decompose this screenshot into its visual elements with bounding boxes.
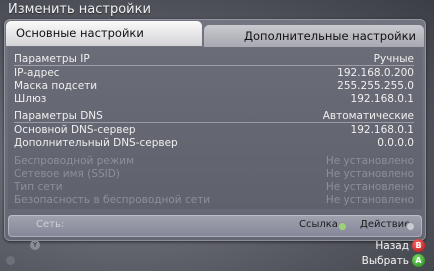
- gateway-row[interactable]: Шлюз 192.168.0.1: [14, 93, 414, 105]
- dns-mode-value: Автоматические: [322, 110, 414, 122]
- wireless-security-label: Безопасность в беспроводной сети: [14, 194, 211, 206]
- action-status-label: Действие: [360, 219, 411, 230]
- ip-address-value: 192.168.0.200: [337, 67, 414, 79]
- ip-mode-label: Параметры IP: [14, 53, 90, 65]
- settings-content: Параметры IP Ручные IP-адрес 192.168.0.2…: [8, 47, 422, 209]
- ip-mode-value: Ручные: [373, 53, 414, 65]
- subnet-mask-label: Маска подсети: [14, 80, 98, 92]
- page-title: Изменить настройки: [8, 2, 151, 17]
- primary-dns-value: 192.168.0.1: [350, 124, 414, 136]
- network-label: Сеть:: [36, 219, 65, 230]
- ssid-row: Сетевое имя (SSID) Не установлено: [14, 168, 414, 180]
- x-button-icon: [6, 256, 15, 265]
- ip-mode-row[interactable]: Параметры IP Ручные: [14, 53, 414, 65]
- link-status-label: Ссылка: [299, 219, 338, 230]
- tab-advanced-settings[interactable]: Дополнительные настройки: [204, 25, 424, 47]
- action-indicator-icon: [406, 222, 415, 231]
- ssid-value: Не установлено: [325, 168, 414, 180]
- gateway-label: Шлюз: [14, 93, 47, 105]
- ip-address-label: IP-адрес: [14, 67, 60, 79]
- tab-bar: Основные настройки Дополнительные настро…: [4, 19, 426, 47]
- subnet-mask-row[interactable]: Маска подсети 255.255.255.0: [14, 80, 414, 92]
- secondary-dns-row[interactable]: Дополнительный DNS-сервер 0.0.0.0: [14, 137, 414, 149]
- y-button-icon: Y: [30, 240, 40, 250]
- subnet-mask-value: 255.255.255.0: [337, 80, 414, 92]
- a-button-icon[interactable]: A: [412, 254, 425, 267]
- back-label[interactable]: Назад: [375, 240, 409, 252]
- ip-address-row[interactable]: IP-адрес 192.168.0.200: [14, 67, 414, 79]
- network-type-value: Не установлено: [325, 181, 414, 193]
- wireless-mode-row: Беспроводной режим Не установлено: [14, 155, 414, 167]
- settings-panel: Основные настройки Дополнительные настро…: [4, 19, 426, 241]
- ssid-label: Сетевое имя (SSID): [14, 168, 120, 180]
- divider: [14, 65, 414, 66]
- wireless-mode-label: Беспроводной режим: [14, 155, 135, 167]
- primary-dns-label: Основной DNS-сервер: [14, 124, 136, 136]
- wireless-security-value: Не установлено: [325, 194, 414, 206]
- gateway-value: 192.168.0.1: [350, 93, 414, 105]
- secondary-dns-value: 0.0.0.0: [377, 137, 414, 149]
- tab-basic-settings[interactable]: Основные настройки: [6, 21, 202, 46]
- wireless-security-row: Безопасность в беспроводной сети Не уста…: [14, 194, 414, 206]
- secondary-dns-label: Дополнительный DNS-сервер: [14, 137, 178, 149]
- link-indicator-icon: [338, 222, 347, 231]
- dns-mode-label: Параметры DNS: [14, 110, 103, 122]
- divider: [14, 122, 414, 123]
- network-type-row: Тип сети Не установлено: [14, 181, 414, 193]
- network-status-bar: Сеть: Ссылка Действие: [8, 215, 422, 237]
- network-type-label: Тип сети: [14, 181, 63, 193]
- select-label[interactable]: Выбрать: [362, 255, 409, 267]
- wireless-mode-value: Не установлено: [325, 155, 414, 167]
- dns-mode-row[interactable]: Параметры DNS Автоматические: [14, 110, 414, 122]
- b-button-icon[interactable]: B: [412, 239, 425, 252]
- primary-dns-row[interactable]: Основной DNS-сервер 192.168.0.1: [14, 124, 414, 136]
